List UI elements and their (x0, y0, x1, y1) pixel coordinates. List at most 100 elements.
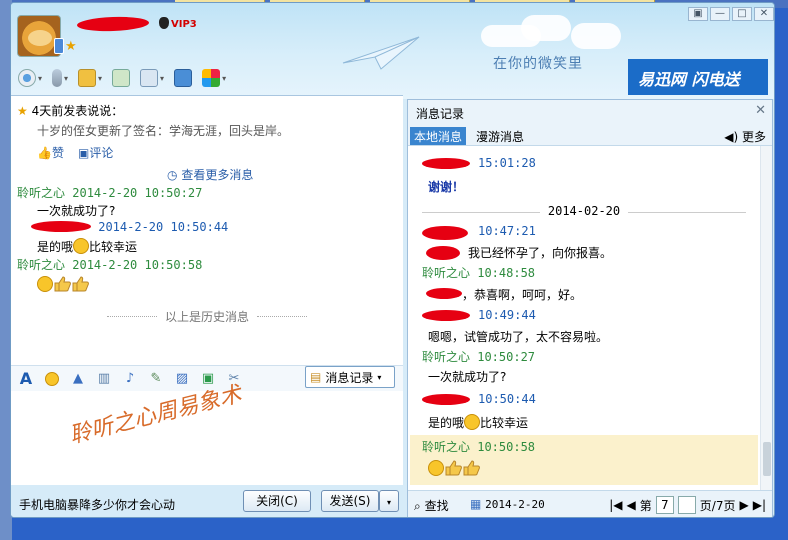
emoji-icon[interactable] (43, 370, 61, 388)
history-emoji-row (428, 460, 480, 476)
video-clip-icon[interactable]: ▥ (95, 370, 113, 388)
history-header: 聆听之心 10:50:58 (422, 440, 536, 454)
font-icon[interactable]: A (17, 369, 35, 388)
message-header: 聆听之心 2014-2-20 10:50:58 (17, 258, 203, 272)
last-page-icon[interactable]: ▶| (753, 498, 766, 512)
text-redacted (426, 246, 460, 260)
calendar-icon: ▦ (470, 497, 482, 511)
tab-roaming-messages[interactable]: 漫游消息 (472, 127, 528, 145)
history-time: 15:01:28 (478, 156, 536, 170)
sender-redacted (422, 226, 468, 240)
thumbs-up-icon (72, 276, 89, 292)
doodle-icon[interactable]: ✎ (147, 370, 165, 388)
message-list: 聆听之心 2014-2-20 10:50:27 一次就成功了? 2014-2-2… (17, 184, 397, 298)
history-text: ，恭喜啊，呵呵，好。 (462, 288, 583, 302)
history-time: 10:49:44 (478, 308, 536, 322)
history-text: 我已经怀孕了，向你报喜。 (468, 246, 613, 260)
message-record-button[interactable]: ▤ 消息记录 ▾ (305, 366, 395, 388)
paper-plane-icon (342, 36, 420, 70)
contact-name-redacted (76, 15, 150, 33)
send-file-button[interactable]: ▾ (75, 66, 105, 90)
window-header: ★ VIP3 在你的微笑里 易迅网 闪电送 ▣ — □ ✕ ▾ ▾ ▾ ▾ ▾ (11, 3, 774, 99)
history-date-separator: 2014-02-20 (408, 204, 760, 218)
history-header: 聆听之心 10:48:58 (422, 266, 536, 280)
voice-call-button[interactable]: ▾ (49, 66, 71, 90)
monitor-icon (140, 69, 159, 87)
message-header: 2014-2-20 10:50:44 (17, 220, 397, 238)
thumbs-up-icon (54, 276, 71, 292)
prev-page-icon[interactable]: ◀ (627, 498, 636, 512)
skin-button[interactable]: ▣ (688, 7, 708, 21)
page-number-input[interactable]: 7 (655, 496, 674, 514)
tab-local-messages[interactable]: 本地消息 (410, 127, 467, 145)
voice-message-icon[interactable]: ♪ (121, 370, 139, 388)
mood-header: 4天前发表说说： (31, 104, 124, 118)
sender-redacted (422, 310, 470, 321)
apps-button[interactable]: ▾ (199, 66, 229, 90)
cloud-decoration (481, 11, 631, 51)
more-button[interactable]: ◀) 更多 (724, 128, 766, 145)
history-tabs: 本地消息 漫游消息 ◀) 更多 (408, 124, 772, 146)
close-window-button[interactable]: ✕ (754, 7, 774, 21)
page-go-box[interactable] (677, 496, 696, 514)
microphone-icon (52, 69, 63, 87)
history-time: 10:47:21 (478, 224, 536, 238)
history-text: 谢谢！ (428, 180, 465, 194)
first-page-icon[interactable]: |◀ (609, 498, 622, 512)
magic-icon[interactable]: ▲ (69, 370, 87, 388)
comment-link[interactable]: ▣评论 (78, 144, 113, 161)
window-controls: ▣ — □ ✕ (688, 7, 774, 21)
scroll-thumb[interactable] (763, 442, 771, 476)
history-title: 消息记录 ✕ (408, 100, 772, 124)
mood-text: 十岁的侄女更新了签名：学海无涯，回头是岸。 (37, 124, 290, 138)
date-picker[interactable]: ▦ 2014-2-20 (470, 497, 545, 511)
chat-window: ★ VIP3 在你的微笑里 易迅网 闪电送 ▣ — □ ✕ ▾ ▾ ▾ ▾ ▾ (10, 2, 775, 518)
screen-share-icon (174, 69, 193, 87)
sender-redacted (422, 158, 470, 169)
maximize-button[interactable]: □ (732, 7, 752, 21)
share-screen-button[interactable] (171, 66, 195, 90)
history-text: 一次就成功了? (428, 370, 507, 384)
close-button[interactable]: 关闭(C) (243, 490, 311, 512)
mood-update: ★ 4天前发表说说： 十岁的侄女更新了签名：学海无涯，回头是岸。 👍赞 ▣评论 (17, 102, 289, 160)
folder-arrow-icon (78, 69, 97, 87)
speaker-icon: ◀) (724, 130, 739, 144)
send-button[interactable]: 发送(S) (321, 490, 379, 512)
vip-badge: VIP3 (159, 17, 197, 30)
clock-icon: ◷ (167, 168, 178, 182)
history-separator: 以上是历史消息 (107, 308, 307, 325)
apps-grid-icon (202, 69, 221, 87)
like-link[interactable]: 👍赞 (37, 144, 64, 161)
pager: |◀ ◀ 第 7 页/7页 ▶ ▶| (609, 496, 766, 514)
thumb-up-icon: 👍 (37, 146, 52, 160)
video-call-button[interactable]: ▾ (15, 66, 45, 90)
image-icon[interactable]: ▨ (173, 370, 191, 388)
history-header: 聆听之心 10:50:27 (422, 350, 536, 364)
group-add-icon (112, 69, 131, 87)
grin-emoji-icon (428, 460, 444, 476)
history-footer: ⌕ 查找 ▦ 2014-2-20 |◀ ◀ 第 7 页/7页 ▶ ▶| (408, 490, 772, 517)
phone-online-icon (54, 38, 64, 54)
text-redacted (426, 288, 462, 299)
sender-redacted (31, 221, 91, 232)
send-options-button[interactable]: ▾ (379, 490, 399, 512)
star-icon: ★ (17, 104, 28, 118)
create-group-button[interactable] (109, 66, 133, 90)
find-button[interactable]: ⌕ 查找 (414, 497, 449, 514)
ad-banner[interactable]: 易迅网 闪电送 (628, 59, 768, 95)
view-more-messages-link[interactable]: ◷ 查看更多消息 (167, 166, 253, 183)
main-toolbar: ▾ ▾ ▾ ▾ ▾ (15, 65, 229, 91)
close-icon[interactable]: ✕ (755, 103, 766, 118)
contact-avatar[interactable] (17, 15, 64, 57)
history-text: 是的哦 比较幸运 (428, 414, 529, 430)
message-body (17, 274, 397, 298)
chevron-down-icon: ▾ (377, 372, 382, 382)
minimize-button[interactable]: — (710, 7, 730, 21)
remote-assist-button[interactable]: ▾ (137, 66, 167, 90)
history-list: 15:01:28 谢谢！ 2014-02-20 10:47:21 我已经怀孕了，… (408, 146, 760, 490)
search-icon: ⌕ (414, 499, 421, 513)
ad-text-link[interactable]: 手机电脑暴降多少你才会心动 (19, 496, 175, 513)
history-scrollbar[interactable] (760, 146, 772, 490)
next-page-icon[interactable]: ▶ (739, 498, 748, 512)
grin-emoji-icon (37, 276, 53, 292)
